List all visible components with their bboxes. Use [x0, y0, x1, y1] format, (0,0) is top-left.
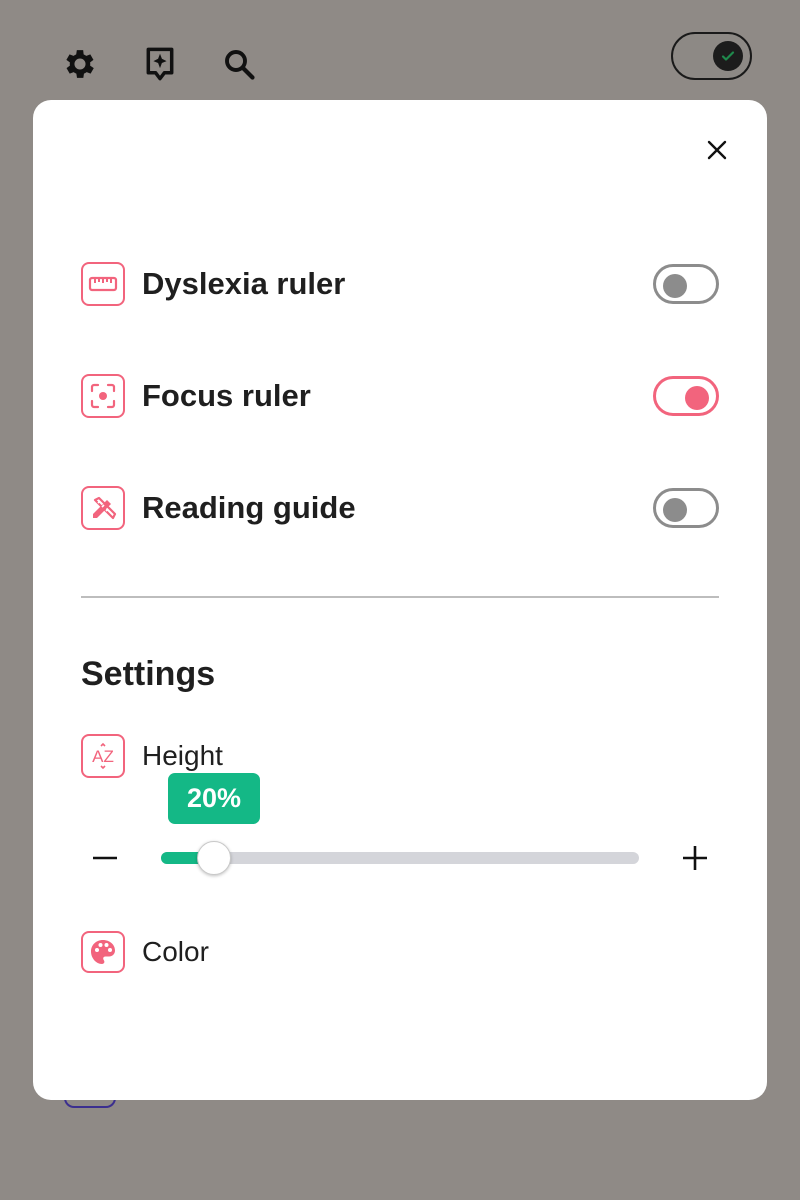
palette-icon	[81, 931, 125, 973]
settings-title: Settings	[81, 655, 216, 693]
ruler-icon	[81, 262, 125, 306]
close-button[interactable]	[699, 132, 735, 168]
minus-icon	[93, 856, 117, 860]
height-setting: AZ Height	[81, 734, 223, 778]
main-toggle[interactable]	[671, 32, 752, 80]
height-label: Height	[142, 740, 223, 771]
decrease-button[interactable]	[83, 836, 127, 880]
feature-row-focus-ruler: Focus ruler	[81, 374, 719, 418]
dyslexia-ruler-toggle[interactable]	[653, 264, 719, 304]
feature-label: Focus ruler	[142, 378, 311, 413]
text-height-icon: AZ	[81, 734, 125, 778]
feature-label: Reading guide	[142, 490, 356, 525]
color-label: Color	[142, 936, 209, 967]
plus-icon	[683, 846, 707, 870]
increase-button[interactable]	[673, 836, 717, 880]
check-icon	[713, 41, 743, 71]
color-setting: Color	[81, 930, 209, 974]
close-icon	[707, 140, 727, 160]
svg-text:AZ: AZ	[92, 747, 114, 766]
focus-target-icon	[81, 374, 125, 418]
height-slider-thumb[interactable]	[197, 841, 231, 875]
height-value-badge: 20%	[168, 773, 260, 824]
sparkle-bookmark-icon[interactable]	[140, 44, 180, 84]
accessibility-panel: Dyslexia ruler Focus ruler Reading guide…	[33, 100, 767, 1100]
feature-row-dyslexia-ruler: Dyslexia ruler	[81, 262, 719, 306]
focus-ruler-toggle[interactable]	[653, 376, 719, 416]
height-slider-track[interactable]	[161, 841, 639, 875]
reading-guide-toggle[interactable]	[653, 488, 719, 528]
feature-label: Dyslexia ruler	[142, 266, 346, 301]
pencil-ruler-icon	[81, 486, 125, 530]
gear-icon[interactable]	[60, 44, 100, 84]
background-toolbar	[0, 0, 800, 100]
section-divider	[81, 596, 719, 598]
feature-row-reading-guide: Reading guide	[81, 486, 719, 530]
search-icon[interactable]	[219, 44, 259, 84]
